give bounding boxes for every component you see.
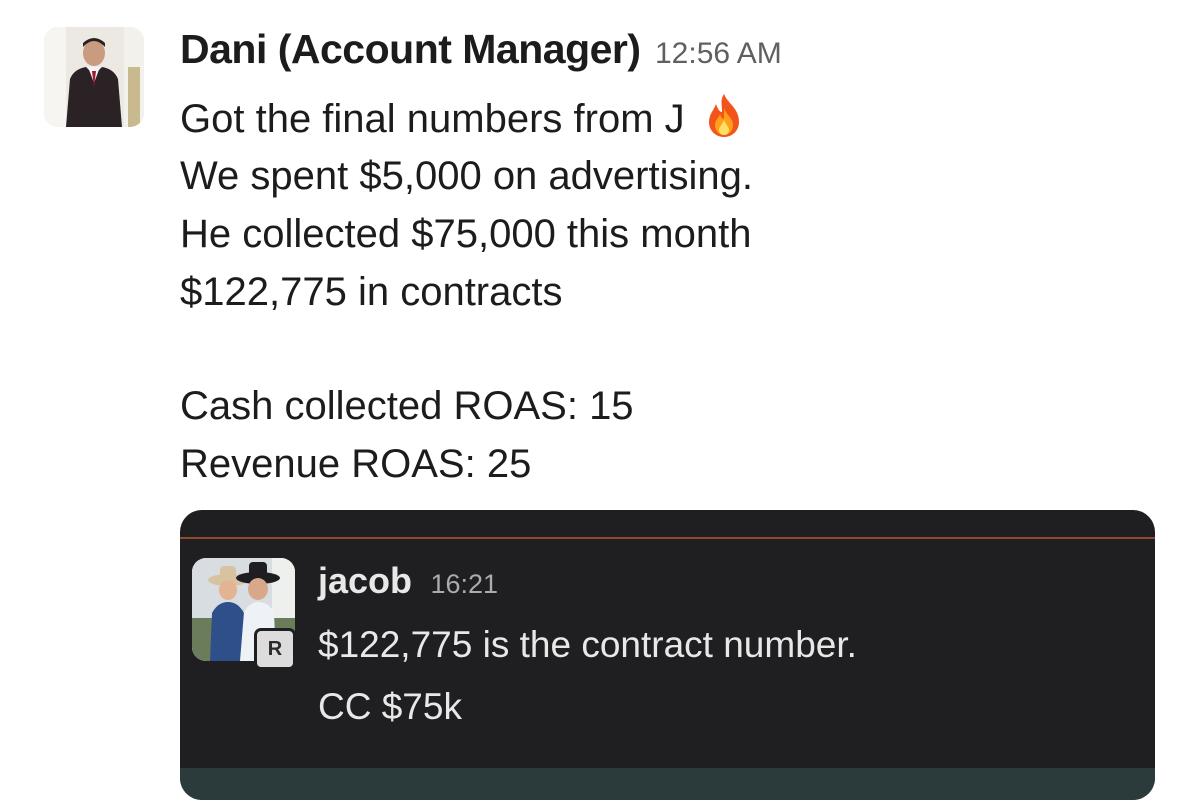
message-body: Got the final numbers from J We spent $5… [180, 92, 1170, 496]
chat-screenshot: Dani (Account Manager) 12:56 AM Got the … [0, 0, 1200, 807]
reply-line: CC $75k [318, 686, 462, 727]
reply-badge: R [254, 628, 296, 670]
avatar-photo-icon [44, 27, 144, 127]
card-footer-strip [180, 768, 1155, 800]
message-line: Cash collected ROAS: 15 [180, 384, 634, 428]
reply-line: $122,775 is the contract number. [318, 624, 857, 665]
sender-name[interactable]: Dani (Account Manager) [180, 26, 641, 72]
reply-sender-name[interactable]: jacob [318, 560, 412, 601]
reply-body: $122,775 is the contract number. CC $75k [318, 620, 857, 744]
message-line-text: Got the final numbers from J [180, 97, 685, 141]
reply-header: jacob 16:21 [318, 560, 498, 602]
embedded-reply-card[interactable]: R jacob 16:21 $122,775 is the contract n… [180, 510, 1155, 800]
message-line: He collected $75,000 this month [180, 212, 752, 256]
message-header: Dani (Account Manager) 12:56 AM [180, 26, 782, 73]
reply-timestamp[interactable]: 16:21 [430, 569, 498, 599]
message-line: Revenue ROAS: 25 [180, 442, 532, 486]
message-line: Got the final numbers from J [180, 92, 1170, 150]
card-divider [180, 537, 1155, 539]
fire-emoji-icon [701, 92, 747, 151]
message-timestamp[interactable]: 12:56 AM [655, 37, 782, 70]
clipped-link-text [325, 510, 605, 518]
sender-avatar[interactable] [44, 27, 144, 127]
message-line: $122,775 in contracts [180, 270, 563, 314]
message-line: We spent $5,000 on advertising. [180, 154, 753, 198]
